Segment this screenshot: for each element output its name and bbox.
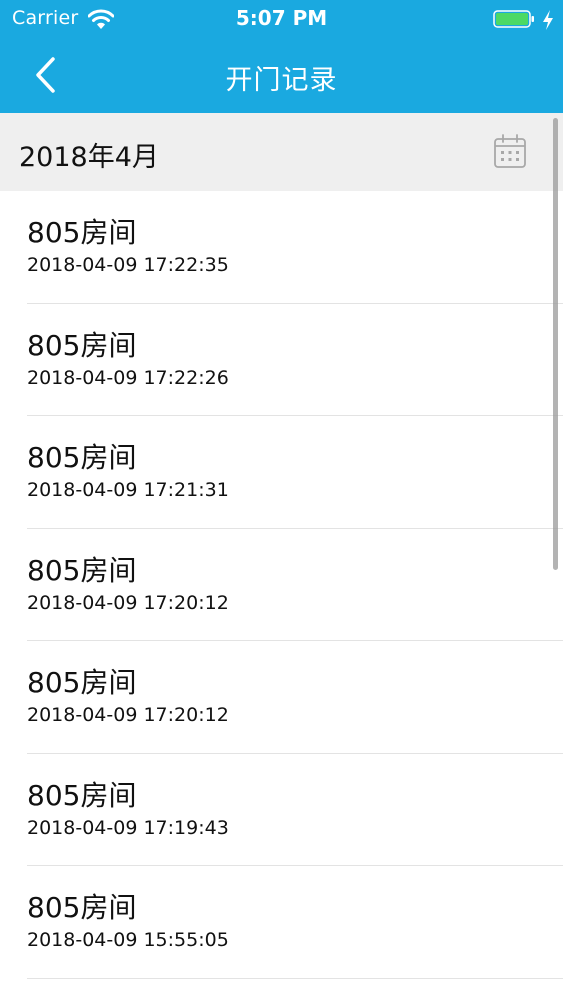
- door-record-list: 805房间 2018-04-09 17:22:35 805房间 2018-04-…: [0, 191, 563, 979]
- record-timestamp: 2018-04-09 17:19:43: [27, 816, 229, 839]
- record-timestamp: 2018-04-09 17:22:26: [27, 366, 229, 389]
- record-row[interactable]: 805房间 2018-04-09 15:55:05: [0, 866, 563, 979]
- record-room: 805房间: [27, 891, 137, 924]
- month-label: 2018年4月: [19, 142, 159, 173]
- record-row[interactable]: 805房间 2018-04-09 17:19:43: [0, 754, 563, 867]
- record-timestamp: 2018-04-09 17:21:31: [27, 479, 229, 501]
- charging-bolt-icon: [543, 10, 553, 30]
- record-timestamp: 2018-04-09 17:20:12: [27, 704, 229, 726]
- status-bar: Carrier 5:07 PM: [0, 0, 563, 40]
- record-timestamp: 2018-04-09 17:22:35: [27, 254, 229, 276]
- record-row[interactable]: 805房间 2018-04-09 17:22:26: [0, 304, 563, 417]
- month-section-header: 2018年4月: [0, 113, 563, 191]
- record-row[interactable]: 805房间 2018-04-09 17:20:12: [0, 641, 563, 754]
- record-room: 805房间: [27, 778, 137, 812]
- scrollbar[interactable]: [553, 118, 558, 570]
- battery-icon: [493, 10, 534, 28]
- record-room: 805房间: [27, 328, 137, 362]
- record-row[interactable]: 805房间 2018-04-09 17:22:35: [0, 191, 563, 304]
- record-room: 805房间: [27, 441, 137, 474]
- record-room: 805房间: [27, 666, 137, 699]
- record-room: 805房间: [27, 216, 137, 249]
- navigation-bar: 开门记录: [0, 40, 563, 113]
- record-timestamp: 2018-04-09 15:55:05: [27, 929, 229, 951]
- record-row[interactable]: 805房间 2018-04-09 17:21:31: [0, 416, 563, 529]
- record-timestamp: 2018-04-09 17:20:12: [27, 591, 229, 614]
- status-time: 5:07 PM: [235, 6, 328, 30]
- record-room: 805房间: [27, 553, 137, 587]
- record-row[interactable]: 805房间 2018-04-09 17:20:12: [0, 529, 563, 642]
- app-header: Carrier 5:07 PM 开门记录: [0, 0, 563, 113]
- page-title: 开门记录: [225, 65, 338, 96]
- calendar-icon[interactable]: [491, 133, 529, 171]
